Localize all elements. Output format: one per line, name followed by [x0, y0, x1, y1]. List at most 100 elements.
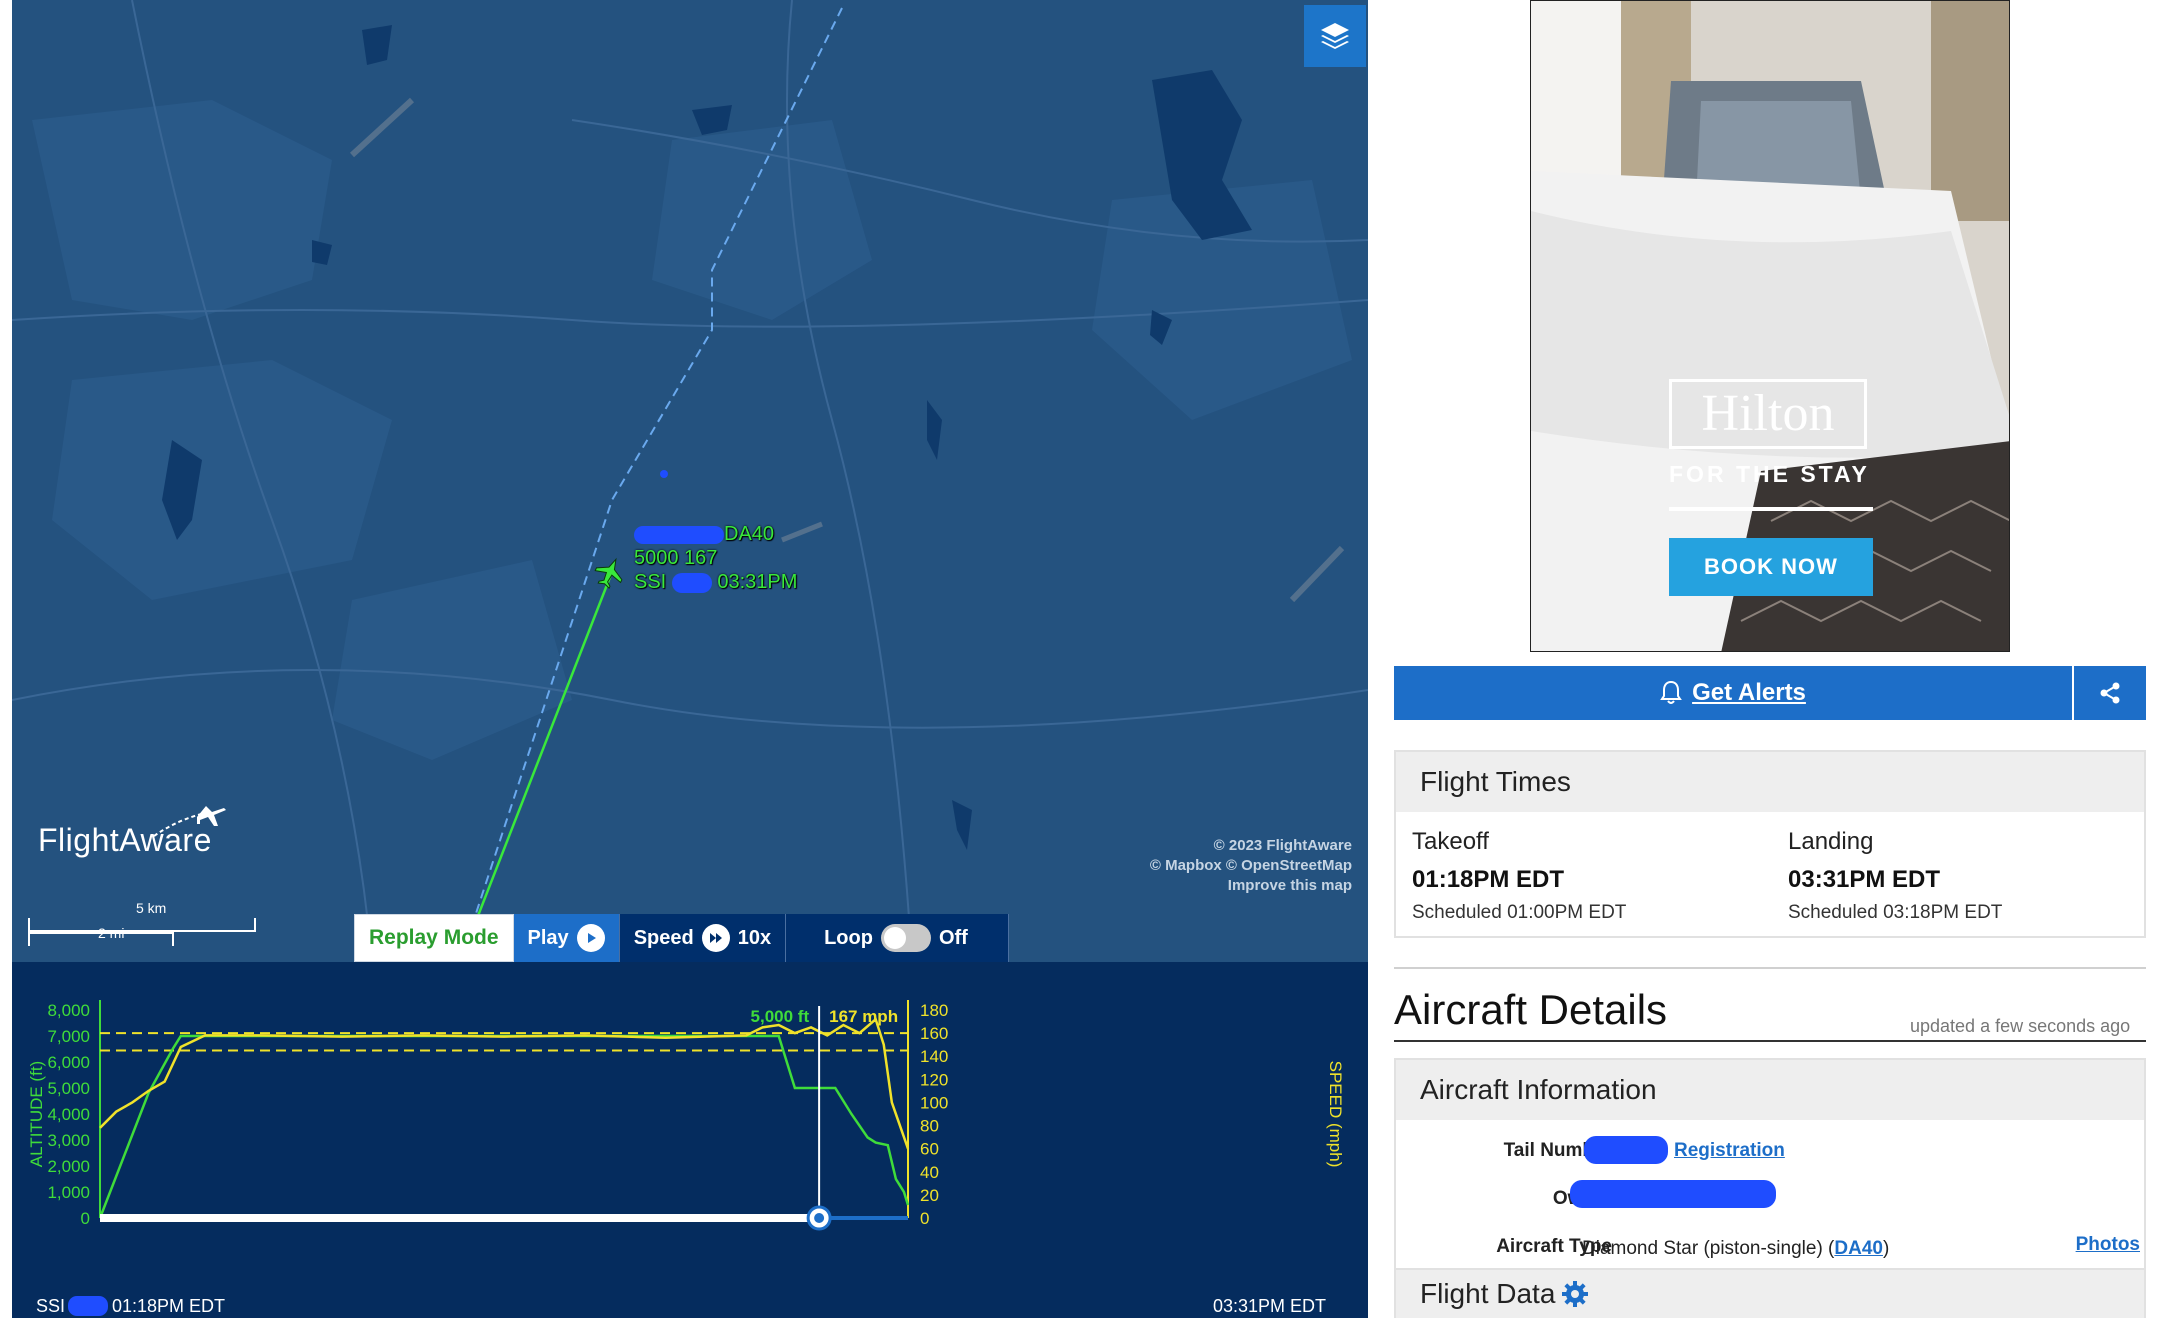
- aircraft-type-link[interactable]: DA40: [1834, 1238, 1883, 1259]
- scale-mi-label: 2 mi: [98, 925, 125, 941]
- attribution-mapbox[interactable]: © Mapbox © OpenStreetMap: [1150, 856, 1352, 876]
- layers-icon: [1321, 23, 1349, 49]
- altitude-tick-label: 2,000: [47, 1157, 90, 1176]
- altitude-tick-label: 5,000: [47, 1079, 90, 1098]
- aircraft-details-title: Aircraft Details: [1394, 986, 1668, 1033]
- loop-state: Off: [938, 926, 968, 949]
- attribution-flightaware: © 2023 FlightAware: [1213, 837, 1352, 854]
- hilton-logo: Hilton: [1669, 379, 1867, 449]
- aircraft-type-text: Diamond Star (piston-single) (: [1582, 1238, 1835, 1259]
- takeoff-scheduled: Scheduled 01:00PM EDT: [1412, 902, 1627, 923]
- get-alerts-button[interactable]: Get Alerts: [1394, 666, 2072, 720]
- play-icon: [576, 924, 605, 952]
- speed-tick-label: 120: [920, 1070, 948, 1089]
- map-scale: 5 km 2 mi: [28, 898, 258, 946]
- share-icon: [2100, 682, 2120, 704]
- altitude-speed-label: 5000 167: [634, 547, 718, 569]
- speed-tick-label: 180: [920, 1001, 948, 1020]
- section-divider: [1394, 967, 2146, 969]
- get-alerts-label: Get Alerts: [1692, 679, 1806, 706]
- aircraft-type-value: Diamond Star (piston-single) (DA40): [1582, 1238, 1889, 1260]
- share-button[interactable]: [2072, 666, 2146, 720]
- logo-plane-icon: [153, 806, 226, 837]
- altitude-tick-label: 1,000: [47, 1183, 90, 1202]
- flight-data-title: Flight Data: [1420, 1278, 1556, 1309]
- flight-map[interactable]: DA40 5000 167 SSI 03:31PM FlightAware © …: [12, 0, 1368, 962]
- start-time-label: 01:18PM EDT: [112, 1296, 225, 1316]
- play-label: Play: [527, 926, 569, 949]
- speed-tick-label: 80: [920, 1117, 939, 1136]
- aircraft-type-label: DA40: [724, 523, 775, 545]
- improve-map-link[interactable]: Improve this map: [1150, 876, 1352, 896]
- speed-tick-label: 100: [920, 1093, 948, 1112]
- altitude-tick-label: 6,000: [47, 1053, 90, 1072]
- scale-km-label: 5 km: [136, 900, 167, 916]
- aircraft-information-title: Aircraft Information: [1396, 1060, 2144, 1120]
- speed-series-line: [99, 1017, 910, 1150]
- owner-redacted: [1570, 1180, 1776, 1208]
- tail-number-redacted: [1584, 1136, 1668, 1164]
- speed-label: Speed: [633, 926, 694, 949]
- updated-timestamp: updated a few seconds ago: [1910, 1016, 2131, 1036]
- origin-redacted: [68, 1296, 108, 1316]
- bell-icon: [1660, 680, 1682, 704]
- landing-column: Landing 03:31PM EDT Scheduled 03:18PM ED…: [1788, 828, 2002, 924]
- takeoff-column: Takeoff 01:18PM EDT Scheduled 01:00PM ED…: [1412, 828, 1626, 924]
- aircraft-type-close: ): [1882, 1238, 1890, 1259]
- gear-icon[interactable]: [1561, 1280, 1589, 1308]
- speed-axis-title: SPEED (mph): [1326, 1061, 1345, 1168]
- flight-times-title: Flight Times: [1396, 752, 2144, 812]
- speed-value: 10x: [737, 926, 772, 949]
- speed-tick-label: 40: [920, 1163, 939, 1182]
- landing-scheduled: Scheduled 03:18PM EDT: [1788, 902, 2003, 923]
- speed-tick-label: 20: [920, 1186, 939, 1205]
- loop-control[interactable]: Loop Off: [786, 914, 1009, 962]
- eta-label: 03:31PM: [717, 571, 798, 593]
- fast-forward-icon: [701, 924, 730, 952]
- playhead-handle-dot: [814, 1213, 825, 1223]
- speed-tick-label: 60: [920, 1140, 939, 1159]
- altitude-tick-label: 8,000: [47, 1001, 90, 1020]
- ad-tagline: FOR THE STAY: [1669, 461, 1870, 487]
- map-layers-button[interactable]: [1304, 5, 1366, 67]
- speed-tick-label: 140: [920, 1047, 948, 1066]
- flightaware-logo: FlightAware: [38, 806, 226, 859]
- landing-time: 03:31PM EDT: [1788, 866, 1941, 893]
- flight-data-block[interactable]: DA40 5000 167 SSI 03:31PM: [634, 522, 797, 594]
- flight-data-header[interactable]: Flight Data: [1394, 1268, 2146, 1318]
- speed-readout: 167 mph: [829, 1007, 898, 1026]
- altitude-axis-title: ALTITUDE (ft): [27, 1061, 46, 1167]
- altitude-tick-label: 4,000: [47, 1105, 90, 1124]
- replay-controls: Replay Mode Play Speed 10x Loop Off: [354, 914, 1009, 962]
- loop-label: Loop: [824, 926, 873, 949]
- map-attribution: © 2023 FlightAware © Mapbox © OpenStreet…: [1150, 836, 1352, 896]
- landing-label: Landing: [1788, 828, 1874, 855]
- speed-tick-label: 160: [920, 1024, 948, 1043]
- start-origin-label: SSI: [36, 1296, 65, 1316]
- aircraft-details-underline: [1394, 1040, 2146, 1042]
- registration-link[interactable]: Registration: [1674, 1140, 1785, 1162]
- book-now-button[interactable]: BOOK NOW: [1669, 538, 1873, 596]
- loop-toggle[interactable]: [880, 924, 931, 952]
- takeoff-time: 01:18PM EDT: [1412, 866, 1565, 893]
- chart-canvas: 8,000 7,000 6,000 5,000 4,000 3,000 2,000 1,000…: [27, 1000, 1345, 1316]
- altitude-tick-label: 7,000: [47, 1027, 90, 1046]
- flight-tracker-page: DA40 5000 167 SSI 03:31PM FlightAware © …: [0, 0, 2170, 1318]
- speed-control[interactable]: Speed 10x: [619, 914, 787, 962]
- takeoff-label: Takeoff: [1412, 828, 1489, 855]
- altitude-readout: 5,000 ft: [751, 1007, 810, 1026]
- replay-mode-label: Replay Mode: [354, 914, 514, 962]
- photos-link[interactable]: Photos: [2076, 1234, 2140, 1256]
- ad-divider: [1669, 507, 1873, 511]
- altitude-series-line: [98, 1034, 910, 1219]
- end-time-label: 03:31PM EDT: [1213, 1296, 1326, 1316]
- altitude-tick-label: 0: [81, 1209, 90, 1228]
- hilton-ad[interactable]: Hilton FOR THE STAY BOOK NOW: [1530, 0, 2010, 652]
- altitude-speed-chart[interactable]: 8,000 7,000 6,000 5,000 4,000 3,000 2,000 1,000…: [12, 962, 1368, 1318]
- aircraft-marker[interactable]: [591, 553, 629, 591]
- flight-times-panel: Flight Times Takeoff 01:18PM EDT Schedul…: [1394, 750, 2146, 938]
- origin-label: SSI: [634, 571, 667, 593]
- play-button[interactable]: Play: [513, 914, 620, 962]
- speed-tick-label: 0: [920, 1209, 929, 1228]
- altitude-tick-label: 3,000: [47, 1131, 90, 1150]
